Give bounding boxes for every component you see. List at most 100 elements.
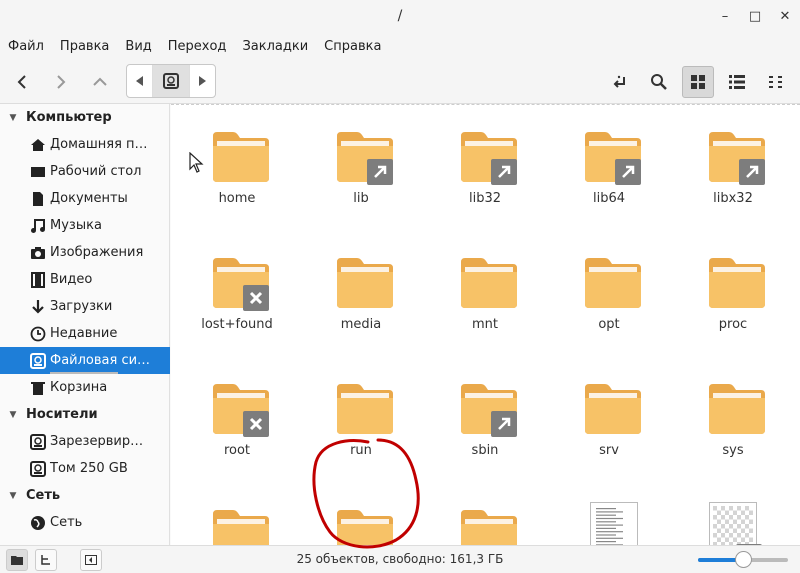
file-item[interactable]: libx32 — [671, 104, 795, 206]
drive-icon — [30, 460, 46, 477]
file-name: lib64 — [592, 191, 626, 206]
red-circle-annotation — [312, 438, 420, 549]
file-name: root — [223, 443, 251, 458]
path-root-button[interactable] — [153, 65, 189, 97]
sidebar-item-label: Документы — [50, 191, 128, 206]
file-item[interactable]: media — [299, 208, 423, 332]
sidebar-item-network[interactable]: Сеть — [0, 509, 170, 536]
file-grid: home lib lib32 lib64 libx32 lost+found media mn… — [171, 104, 800, 545]
file-item[interactable]: lib64 — [547, 104, 671, 206]
sidebar-item-recent[interactable]: Недавние — [0, 320, 170, 347]
forward-button[interactable] — [45, 66, 77, 98]
section-title: Компьютер — [26, 110, 112, 125]
document-icon — [33, 191, 43, 206]
window-title: / — [397, 8, 403, 24]
path-right-button[interactable] — [189, 65, 215, 97]
no-access-x-icon — [249, 291, 263, 305]
binary-file-icon — [709, 502, 757, 545]
sidebar-item-documents[interactable]: Документы — [0, 185, 170, 212]
file-item[interactable]: sys — [671, 334, 795, 458]
symlink-arrow-icon — [746, 165, 759, 178]
sidebar-section-network[interactable]: ▼ Сеть — [0, 482, 170, 509]
sidebar-item-reserved[interactable]: Зарезервир… — [0, 428, 170, 455]
file-item[interactable]: srv — [547, 334, 671, 458]
download-icon — [32, 299, 44, 314]
menu-go[interactable]: Переход — [168, 39, 227, 54]
folder-icon — [337, 384, 393, 434]
sidebar-item-label: Сеть — [50, 515, 83, 530]
sidebar-section-devices[interactable]: ▼ Носители — [0, 401, 170, 428]
file-name: srv — [599, 443, 619, 458]
triangle-left-icon — [135, 76, 143, 86]
sidebar-item-label: Зарезервир… — [50, 434, 144, 449]
file-name: proc — [718, 317, 748, 332]
file-name: opt — [598, 317, 620, 332]
file-item[interactable]: sbin — [423, 334, 547, 458]
title-bar: / – □ ✕ — [0, 0, 800, 33]
file-name: lib32 — [468, 191, 502, 206]
symlink-badge — [367, 159, 393, 185]
file-item[interactable]: tmp — [175, 460, 299, 545]
drive-icon — [163, 73, 179, 89]
expander-icon: ▼ — [9, 490, 17, 501]
expander-icon: ▼ — [9, 112, 17, 123]
folder-icon — [585, 258, 641, 308]
sidebar-item-label: Домашняя п… — [50, 137, 148, 152]
file-item[interactable]: lib32 — [423, 104, 547, 206]
menu-file[interactable]: Файл — [8, 39, 44, 54]
file-item[interactable]: swapfile — [671, 460, 795, 545]
compact-view-icon — [769, 76, 782, 88]
grid-view-icon — [691, 75, 705, 89]
file-item[interactable]: 0 — [547, 460, 671, 545]
toggle-location-icon — [613, 75, 625, 88]
home-icon — [31, 138, 45, 151]
sidebar-item-label: Изображения — [50, 245, 144, 260]
menu-bookmarks[interactable]: Закладки — [242, 39, 308, 54]
file-item[interactable]: lost+found — [175, 208, 299, 332]
sidebar-item-label: Музыка — [50, 218, 102, 233]
sidebar-section-computer[interactable]: ▼ Компьютер — [0, 104, 170, 131]
sidebar-item-trash[interactable]: Корзина — [0, 374, 170, 401]
symlink-arrow-icon — [374, 165, 387, 178]
file-item[interactable]: lib — [299, 104, 423, 206]
search-button[interactable] — [643, 66, 675, 98]
sidebar-item-pictures[interactable]: Изображения — [0, 239, 170, 266]
list-view-button[interactable] — [721, 66, 753, 98]
sidebar-item-desktop[interactable]: Рабочий стол — [0, 158, 170, 185]
menu-view[interactable]: Вид — [125, 39, 151, 54]
sidebar-item-label: Видео — [50, 272, 93, 287]
sidebar-item-downloads[interactable]: Загрузки — [0, 293, 170, 320]
close-button[interactable]: ✕ — [778, 0, 792, 33]
compact-view-button[interactable] — [760, 66, 792, 98]
sidebar: ▼ Компьютер Домашняя п… Рабочий стол Доку… — [0, 104, 170, 545]
mouse-cursor-icon — [189, 152, 204, 173]
grid-view-button[interactable] — [682, 66, 714, 98]
maximize-button[interactable]: □ — [748, 0, 762, 33]
file-item[interactable]: proc — [671, 208, 795, 332]
up-button[interactable] — [84, 66, 116, 98]
menu-help[interactable]: Справка — [324, 39, 381, 54]
sidebar-item-music[interactable]: Музыка — [0, 212, 170, 239]
symlink-arrow-icon — [622, 165, 635, 178]
section-title: Носители — [26, 407, 98, 422]
back-button[interactable] — [6, 66, 38, 98]
file-item[interactable]: opt — [547, 208, 671, 332]
file-item[interactable]: root — [175, 334, 299, 458]
minimize-button[interactable]: – — [718, 0, 732, 33]
zoom-slider-handle[interactable] — [735, 551, 752, 568]
sidebar-item-volume[interactable]: Том 250 GB — [0, 455, 170, 482]
file-item[interactable]: var — [423, 460, 547, 545]
sidebar-item-filesystem[interactable]: Файловая си… — [0, 347, 170, 374]
sidebar-item-label: Рабочий стол — [50, 164, 142, 179]
video-icon — [31, 271, 45, 288]
sidebar-item-home[interactable]: Домашняя п… — [0, 131, 170, 158]
toggle-location-button[interactable] — [604, 66, 636, 98]
menu-edit[interactable]: Правка — [60, 39, 109, 54]
file-item[interactable]: mnt — [423, 208, 547, 332]
arrow-right-icon — [57, 75, 66, 89]
sidebar-item-videos[interactable]: Видео — [0, 266, 170, 293]
folder-icon — [461, 258, 517, 308]
path-left-button[interactable] — [127, 65, 153, 97]
no-access-badge — [243, 411, 269, 437]
sidebar-item-label: Недавние — [50, 326, 118, 341]
